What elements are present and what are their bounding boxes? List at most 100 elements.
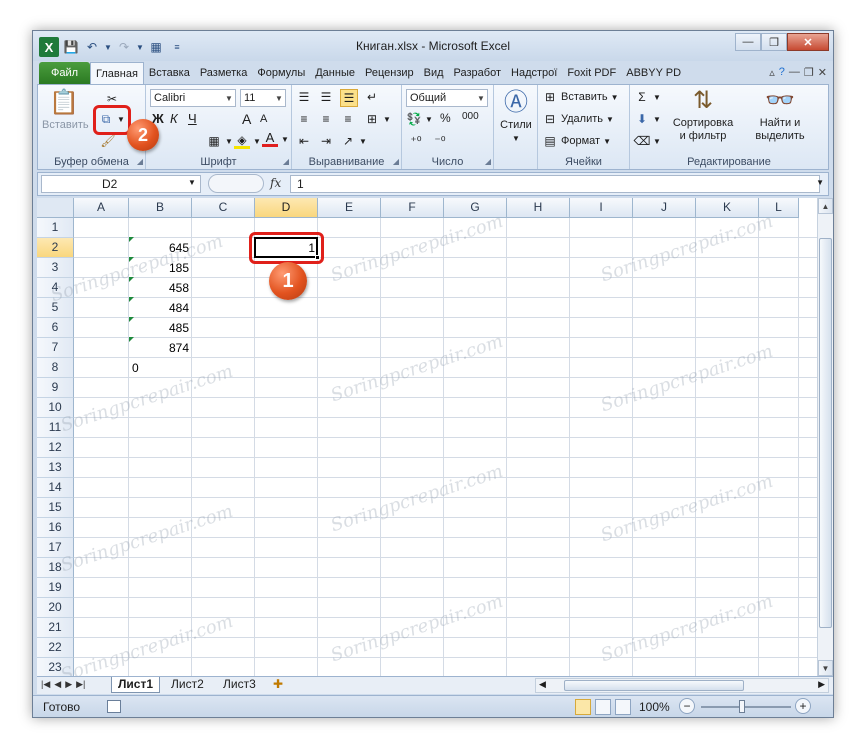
insert-cells-button[interactable]: ⊞ Вставить ▼ — [542, 89, 619, 105]
prev-sheet-icon[interactable]: ◀ — [54, 679, 61, 690]
decrease-decimal-button[interactable]: ⁻⁰ — [432, 133, 448, 149]
align-top-button[interactable]: ☰ — [296, 89, 312, 105]
cell-b8[interactable]: 0 — [129, 358, 192, 378]
row-header-14[interactable]: 14 — [37, 478, 74, 498]
chevron-down-icon[interactable]: ▼ — [603, 137, 611, 146]
vertical-scroll-thumb[interactable] — [819, 238, 832, 628]
merge-center-button[interactable]: ⊞ ▼ — [364, 111, 391, 127]
page-break-view-icon[interactable] — [615, 699, 631, 715]
normal-view-icon[interactable] — [575, 699, 591, 715]
chevron-down-icon[interactable]: ▼ — [653, 93, 661, 102]
row-header-16[interactable]: 16 — [37, 518, 74, 538]
vertical-scrollbar[interactable]: ▲ ▼ — [817, 198, 833, 676]
align-center-button[interactable]: ≡ — [318, 111, 334, 127]
column-header-i[interactable]: I — [570, 198, 633, 218]
chevron-down-icon[interactable]: ▼ — [496, 132, 536, 145]
cell-b2[interactable]: 645 — [129, 238, 192, 258]
cell-b5[interactable]: 484 — [129, 298, 192, 318]
shrink-font-button[interactable]: A — [260, 113, 267, 125]
tab-file[interactable]: Файл — [39, 62, 91, 84]
row-header-8[interactable]: 8 — [37, 358, 74, 378]
workbook-minimize-icon[interactable]: — — [789, 66, 800, 79]
minimize-ribbon-icon[interactable]: ▵ — [769, 66, 775, 79]
align-left-button[interactable]: ≡ — [296, 111, 312, 127]
cell-b4[interactable]: 458 — [129, 278, 192, 298]
formula-input[interactable]: 1 — [290, 175, 820, 193]
first-sheet-icon[interactable]: |◀ — [41, 679, 50, 690]
row-header-19[interactable]: 19 — [37, 578, 74, 598]
underline-button[interactable]: Ч — [188, 111, 197, 126]
row-header-9[interactable]: 9 — [37, 378, 74, 398]
chevron-down-icon[interactable]: ▼ — [225, 137, 233, 146]
increase-decimal-button[interactable]: ⁺⁰ — [408, 133, 424, 149]
horizontal-scrollbar[interactable]: ◀ ▶ — [535, 678, 829, 693]
zoom-out-button[interactable]: − — [679, 698, 695, 714]
spreadsheet-grid[interactable]: A B C D E F G H I J K L 1 2 3 4 5 6 7 8 9 10 11 12 13 14 15 16 17 18 1… — [37, 198, 817, 676]
row-header-15[interactable]: 15 — [37, 498, 74, 518]
number-format-combo[interactable]: Общий ▼ — [406, 89, 488, 107]
sheet-tab-2[interactable]: Лист2 — [165, 677, 210, 693]
cell-b7[interactable]: 874 — [129, 338, 192, 358]
row-header-4[interactable]: 4 — [37, 278, 74, 298]
row-header-11[interactable]: 11 — [37, 418, 74, 438]
chevron-down-icon[interactable]: ▼ — [383, 115, 391, 124]
chevron-down-icon[interactable]: ▼ — [653, 115, 661, 124]
workbook-close-icon[interactable]: ✕ — [818, 66, 827, 79]
column-header-k[interactable]: K — [696, 198, 759, 218]
borders-button[interactable]: ▦ ▼ — [206, 133, 233, 149]
chevron-down-icon[interactable]: ▼ — [653, 137, 661, 146]
align-right-button[interactable]: ≡ — [340, 111, 356, 127]
row-header-22[interactable]: 22 — [37, 638, 74, 658]
namebox-dropdown-icon[interactable]: ▼ — [188, 178, 196, 187]
row-header-21[interactable]: 21 — [37, 618, 74, 638]
clear-button[interactable]: ⌫ ▼ — [634, 133, 661, 149]
column-header-e[interactable]: E — [318, 198, 381, 218]
italic-button[interactable]: К — [170, 111, 178, 126]
increase-indent-button[interactable]: ⇥ — [318, 133, 334, 149]
scroll-left-icon[interactable]: ◀ — [539, 679, 546, 690]
orientation-button[interactable]: ↗ ▼ — [340, 133, 367, 149]
chevron-down-icon[interactable]: ▼ — [223, 90, 235, 106]
chevron-down-icon[interactable]: ▼ — [281, 135, 289, 144]
tab-page-layout[interactable]: Разметка — [195, 62, 253, 84]
column-header-a[interactable]: A — [74, 198, 129, 218]
align-bottom-button[interactable]: ☰ — [340, 89, 358, 107]
name-box[interactable]: D2 — [41, 175, 201, 193]
chevron-down-icon[interactable]: ▼ — [606, 115, 614, 124]
row-header-1[interactable]: 1 — [37, 218, 74, 238]
column-header-h[interactable]: H — [507, 198, 570, 218]
chevron-down-icon[interactable]: ▼ — [359, 137, 367, 146]
column-header-j[interactable]: J — [633, 198, 696, 218]
zoom-slider-track[interactable] — [701, 706, 791, 708]
sort-filter-button[interactable]: ⇅ Сортировка и фильтр — [664, 87, 742, 143]
decrease-indent-button[interactable]: ⇤ — [296, 133, 312, 149]
font-name-combo[interactable]: Calibri ▼ — [150, 89, 236, 107]
tab-data[interactable]: Данные — [310, 62, 360, 84]
align-middle-button[interactable]: ☰ — [318, 89, 334, 105]
wrap-text-button[interactable]: ↵ — [364, 89, 380, 105]
zoom-slider-knob[interactable] — [739, 700, 745, 713]
delete-cells-button[interactable]: ⊟ Удалить ▼ — [542, 111, 614, 127]
cell-b3[interactable]: 185 — [129, 258, 192, 278]
cell-b6[interactable]: 485 — [129, 318, 192, 338]
row-header-3[interactable]: 3 — [37, 258, 74, 278]
close-button[interactable]: ✕ — [787, 33, 829, 51]
chevron-down-icon[interactable]: ▼ — [273, 90, 285, 106]
row-header-18[interactable]: 18 — [37, 558, 74, 578]
column-header-d[interactable]: D — [255, 198, 318, 218]
font-color-button[interactable]: A ▼ — [262, 130, 289, 147]
macro-record-icon[interactable] — [107, 700, 121, 713]
next-sheet-icon[interactable]: ▶ — [65, 679, 72, 690]
font-launcher-icon[interactable]: ◢ — [283, 157, 289, 166]
column-header-g[interactable]: G — [444, 198, 507, 218]
zoom-in-button[interactable]: + — [795, 698, 811, 714]
column-header-b[interactable]: B — [129, 198, 192, 218]
sheet-tab-1[interactable]: Лист1 — [111, 677, 161, 693]
autosum-button[interactable]: Σ ▼ — [634, 89, 661, 105]
clipboard-launcher-icon[interactable]: ◢ — [137, 157, 143, 166]
currency-button[interactable]: 💱 ▼ — [406, 111, 433, 127]
sheet-tab-3[interactable]: Лист3 — [217, 677, 262, 693]
percent-button[interactable]: % — [440, 111, 451, 125]
fill-button[interactable]: ⬇ ▼ — [634, 111, 661, 127]
help-icon[interactable]: ? — [779, 66, 785, 79]
